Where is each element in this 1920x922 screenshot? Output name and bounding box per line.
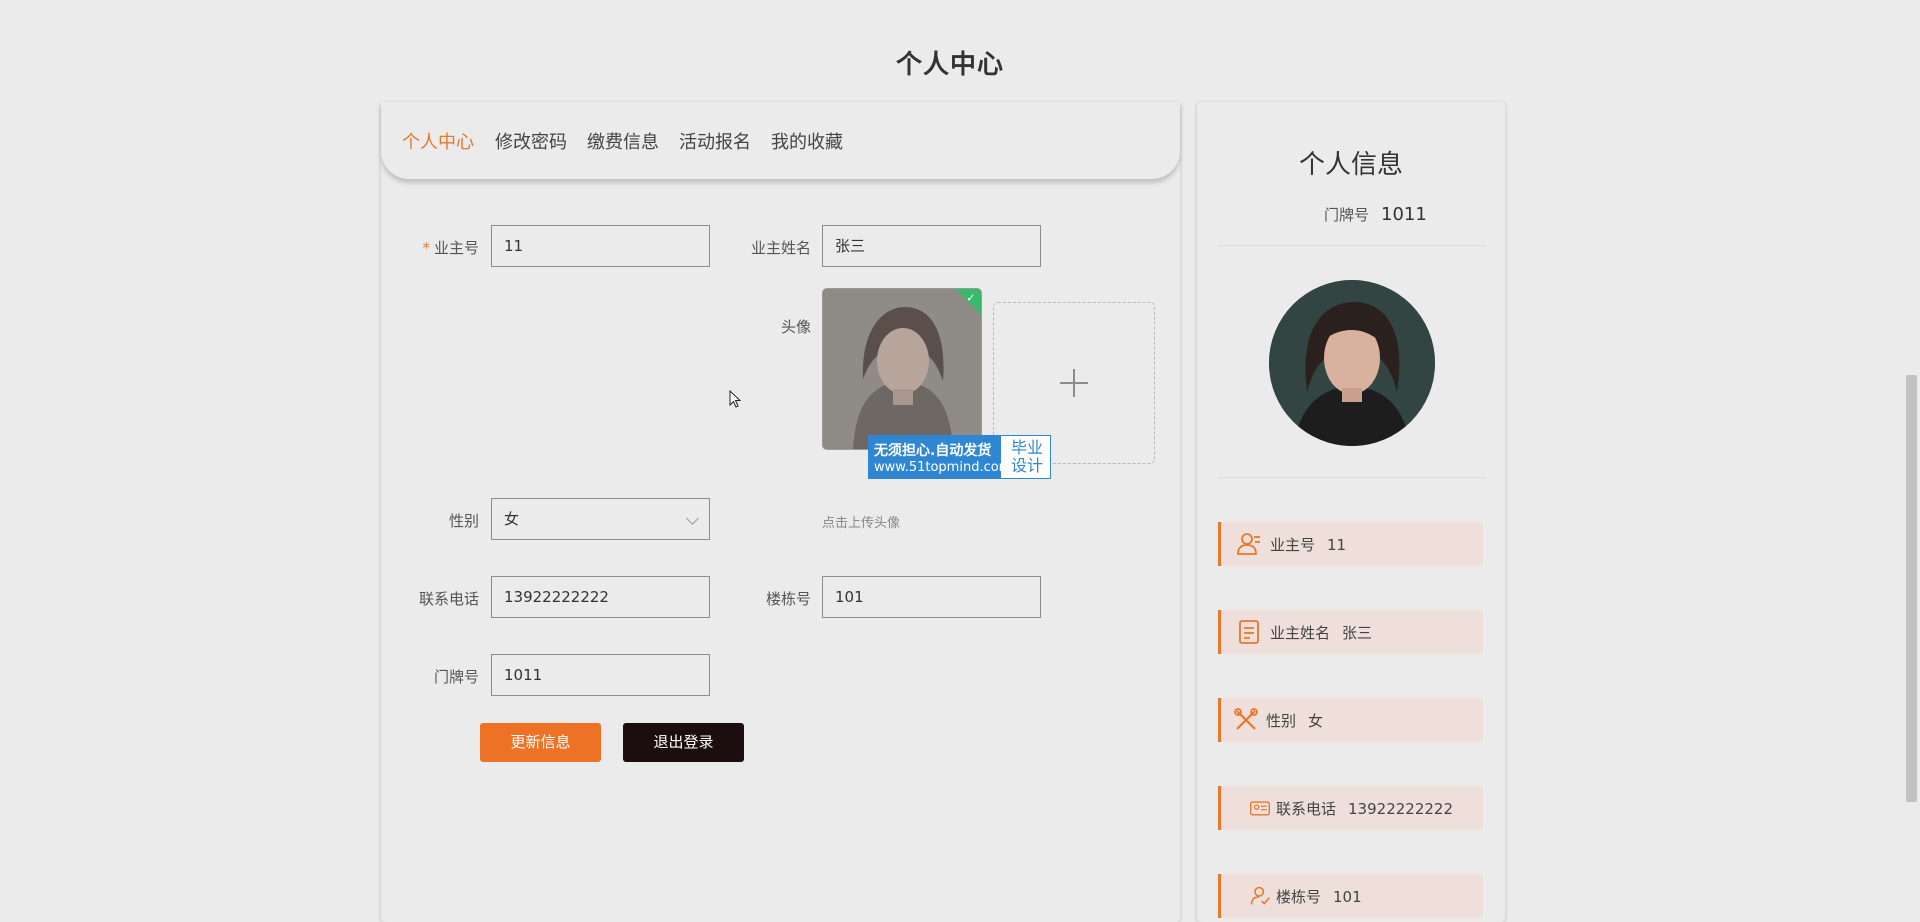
divider [1219,245,1485,246]
required-mark: * [422,239,430,257]
gender-selected-value: 女 [504,510,520,528]
item-value: 张三 [1342,624,1373,642]
item-label: 联系电话 [1276,800,1337,818]
profile-door-label: 门牌号 [1324,206,1370,224]
phone-label: 联系电话 [418,590,479,608]
door-no-input[interactable]: 1011 [491,654,710,696]
watermark-right: 毕业 设计 [1005,439,1049,475]
divider [1219,477,1485,478]
document-icon [1239,620,1259,644]
profile-item-text: 楼栋号 101 [1276,886,1362,907]
check-icon: ✓ [966,291,976,305]
building-input[interactable]: 101 [822,576,1041,618]
user-check-icon [1250,886,1270,905]
profile-info-card: 个人信息 门牌号 1011 业主号 11 业主姓名 张三 性别 女 联系电话 1… [1197,102,1505,922]
tab-activity-signup[interactable]: 活动报名 [679,128,751,154]
id-card-icon [1250,801,1270,816]
owner-no-label: * 业主号 [369,237,479,258]
avatar-upload-hint: 点击上传头像 [822,516,901,531]
user-id-icon [1237,533,1260,555]
avatar-photo [823,289,981,449]
profile-door-line: 门牌号 1011 [1324,204,1427,225]
phone-input[interactable]: 13922222222 [491,576,710,618]
update-info-button[interactable]: 更新信息 [480,723,601,762]
tools-icon [1234,708,1258,730]
avatar-label: 头像 [780,318,811,336]
item-label: 业主姓名 [1270,624,1331,642]
watermark-badge: 无须担心.自动发货 www.51topmind.com 毕业 设计 [868,435,1051,479]
gender-select[interactable]: 女 [491,498,710,540]
page-scrollbar[interactable] [1903,0,1920,916]
profile-item-phone: 联系电话 13922222222 [1218,786,1483,830]
profile-item-text: 业主姓名 张三 [1270,622,1372,643]
door-no-label: 门牌号 [433,668,479,686]
profile-item-text: 联系电话 13922222222 [1276,798,1453,819]
plus-icon [1060,369,1088,397]
item-label: 业主号 [1270,536,1316,554]
profile-item-owner-no: 业主号 11 [1218,522,1483,566]
tab-change-password[interactable]: 修改密码 [495,128,567,154]
watermark-right1: 毕业 [1010,438,1043,457]
logout-button[interactable]: 退出登录 [623,723,744,762]
tab-my-favorites[interactable]: 我的收藏 [771,128,843,154]
item-label: 楼栋号 [1276,888,1322,906]
tab-payment-info[interactable]: 缴费信息 [587,128,659,154]
item-value: 女 [1308,712,1324,730]
profile-avatar [1269,280,1435,446]
owner-name-input[interactable]: 张三 [822,225,1041,267]
tab-personal-center[interactable]: 个人中心 [402,128,474,154]
watermark-right2: 设计 [1010,456,1043,475]
owner-no-input[interactable]: 11 [491,225,710,267]
profile-door-value: 1011 [1381,204,1427,225]
profile-item-building: 楼栋号 101 [1218,874,1483,918]
item-value: 13922222222 [1348,800,1453,818]
tab-bar: 个人中心 修改密码 缴费信息 活动报名 我的收藏 [381,102,1180,179]
chevron-down-icon [686,512,699,525]
item-value: 101 [1333,888,1362,906]
profile-title: 个人信息 [1298,150,1403,180]
watermark-left: 无须担心.自动发货 www.51topmind.com [869,436,1011,478]
gender-label: 性别 [448,512,479,530]
profile-item-text: 业主号 11 [1270,534,1346,555]
owner-name-label: 业主姓名 [750,239,811,257]
scrollbar-thumb[interactable] [1906,375,1917,802]
watermark-line1: 无须担心.自动发货 [874,443,992,459]
profile-item-text: 性别女 [1266,710,1323,731]
watermark-line2: www.51topmind.com [874,460,1012,475]
avatar-photo [1269,280,1435,446]
profile-item-gender: 性别女 [1218,698,1483,742]
profile-item-owner-name: 业主姓名 张三 [1218,610,1483,654]
item-label: 性别 [1266,712,1297,730]
item-value: 11 [1327,536,1347,554]
avatar-thumbnail[interactable]: ✓ [822,288,982,450]
owner-no-label-text: 业主号 [433,239,479,257]
building-label: 楼栋号 [765,590,811,608]
mouse-cursor-icon [729,390,742,408]
page-title: 个人中心 [895,50,1004,80]
